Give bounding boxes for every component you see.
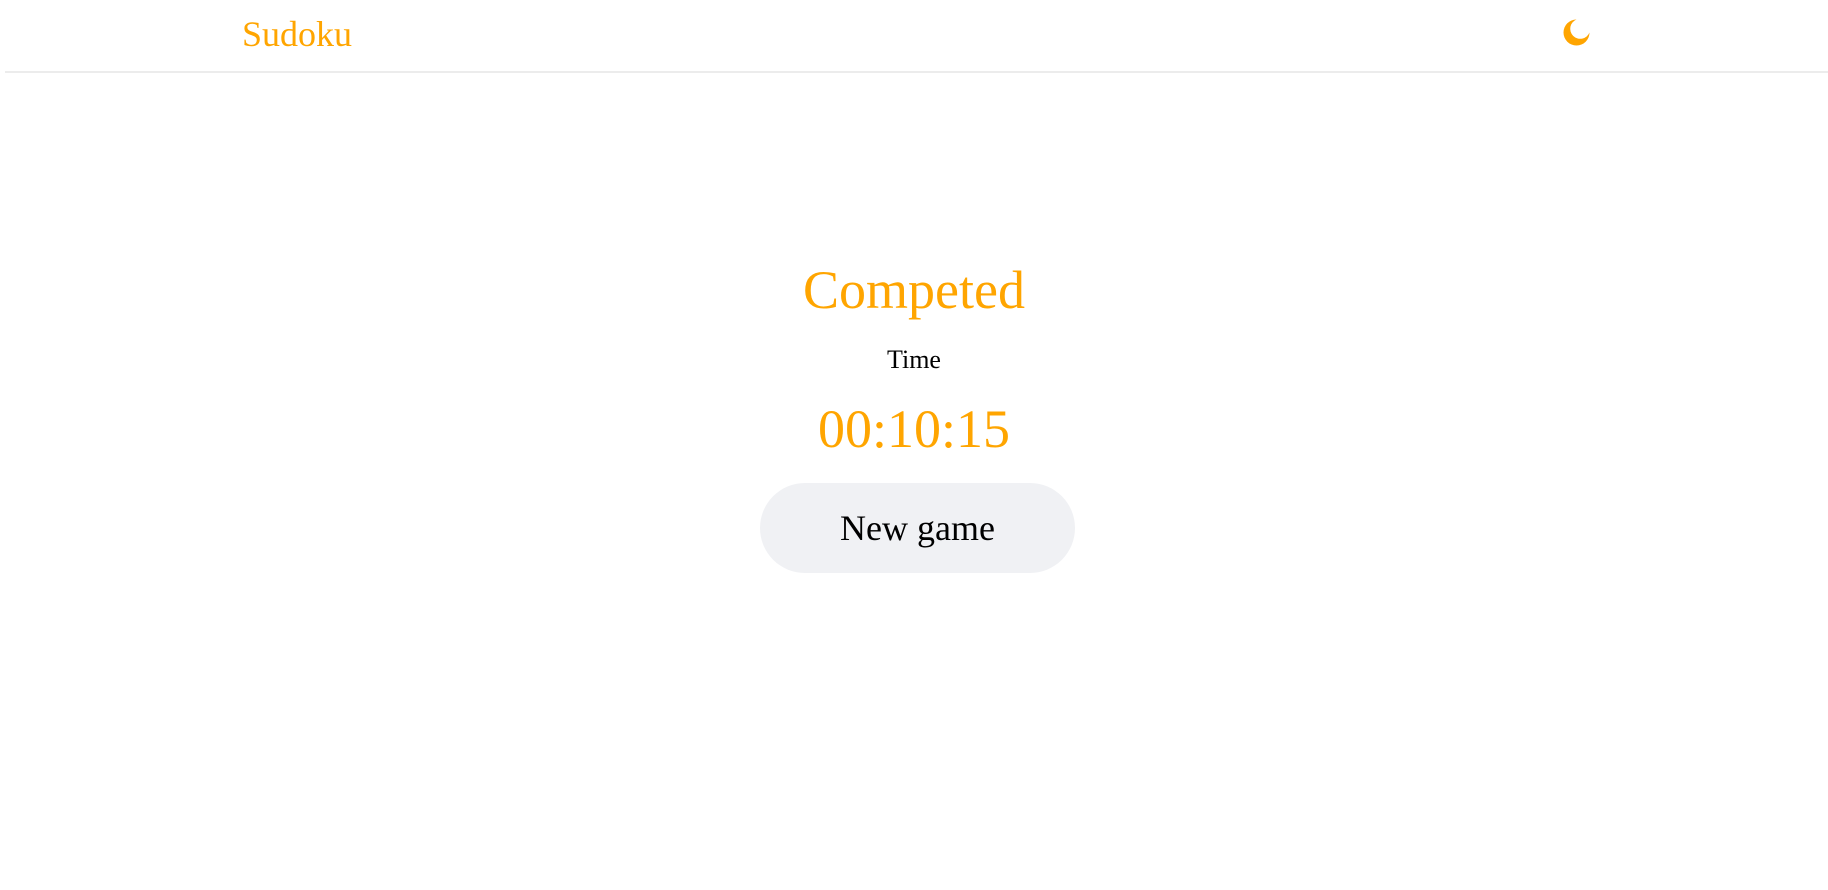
game-completed-panel: Competed Time 00:10:15 New game bbox=[0, 0, 1828, 890]
app: Sudoku Competed Time 00:10:15 New game bbox=[0, 0, 1828, 890]
new-game-button[interactable]: New game bbox=[760, 483, 1075, 573]
completed-title: Competed bbox=[803, 260, 1025, 320]
time-label: Time bbox=[887, 345, 941, 374]
elapsed-time: 00:10:15 bbox=[817, 399, 1010, 459]
